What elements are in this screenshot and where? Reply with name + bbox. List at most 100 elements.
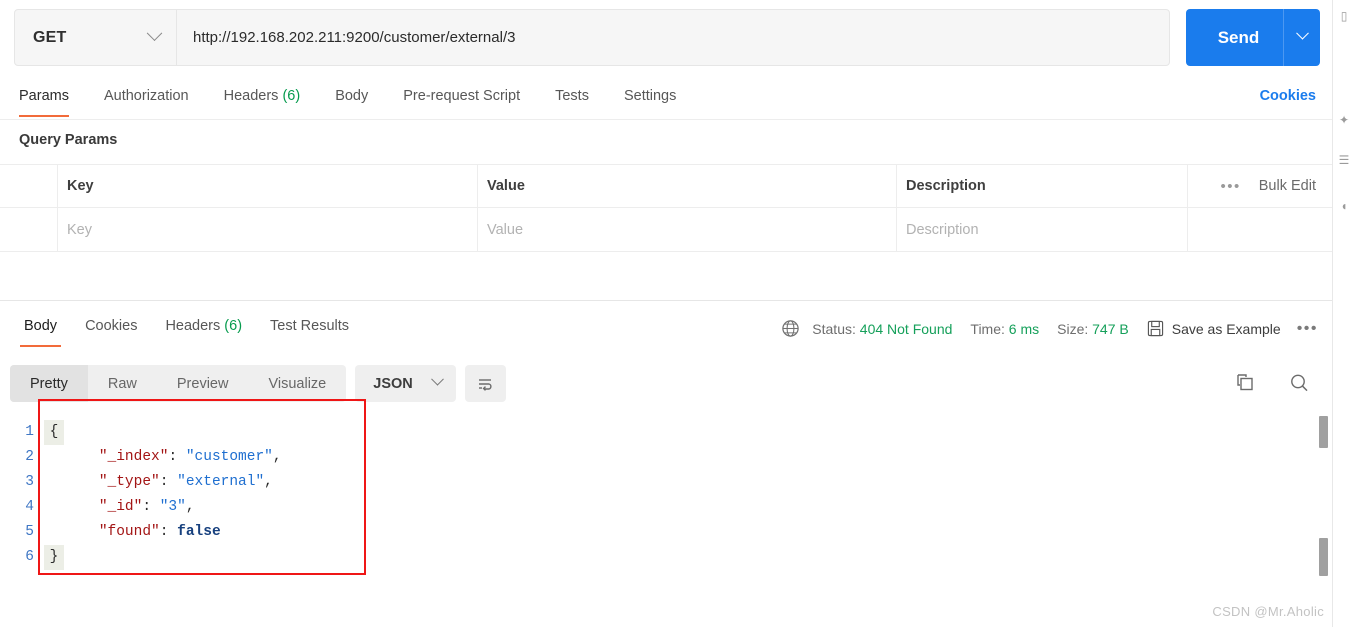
body-view-preview[interactable]: Preview — [157, 365, 249, 402]
save-as-example-label: Save as Example — [1171, 320, 1281, 337]
fold-marker — [44, 495, 64, 520]
request-tabs: Params Authorization Headers (6) Body Pr… — [0, 78, 1332, 120]
http-method-label: GET — [33, 28, 67, 46]
value-column-header: Value — [478, 165, 897, 207]
response-tab-list: Body Cookies Headers (6) Test Results — [10, 310, 363, 347]
line-content: "found": false — [98, 524, 221, 540]
rail-comment-icon[interactable]: ◖ — [1336, 198, 1352, 214]
tab-pre-request-script[interactable]: Pre-request Script — [403, 78, 537, 117]
table-header-row: Key Value Description ••• Bulk Edit — [0, 164, 1332, 208]
tab-params[interactable]: Params — [19, 78, 86, 117]
line-number: 2 — [25, 449, 34, 465]
body-view-visualize[interactable]: Visualize — [248, 365, 346, 402]
response-body-code-viewer[interactable]: 1 {2 "_index": "customer", 3 "_type": "ext… — [0, 404, 1332, 627]
chevron-down-icon — [146, 25, 163, 42]
body-format-toolbar: Pretty Raw Preview Visualize JSON — [10, 365, 506, 402]
tab-headers[interactable]: Headers (6) — [224, 78, 318, 117]
key-column-header: Key — [58, 165, 478, 207]
save-as-example-button[interactable]: Save as Example — [1147, 320, 1281, 337]
chevron-down-icon — [1295, 26, 1309, 40]
table-row[interactable]: Key Value Description — [0, 208, 1332, 252]
row-key-cell[interactable]: Key — [58, 208, 478, 251]
search-icon[interactable] — [1288, 372, 1310, 394]
tab-body-label: Body — [335, 88, 369, 104]
response-format-label: JSON — [373, 375, 413, 392]
line-content: "_id": "3", — [98, 499, 195, 515]
tab-pre-request-script-label: Pre-request Script — [403, 88, 521, 104]
word-wrap-button[interactable] — [464, 365, 506, 402]
response-tab-test-results[interactable]: Test Results — [256, 310, 363, 347]
code-line: 4 "_id": "3", — [0, 495, 1332, 520]
code-line: 2 "_index": "customer", — [0, 445, 1332, 470]
watermark: CSDN @Mr.Aholic — [1212, 604, 1324, 619]
tab-authorization-label: Authorization — [103, 88, 189, 104]
fold-marker — [44, 520, 64, 545]
tab-body[interactable]: Body — [335, 78, 385, 117]
code-scrollbar[interactable] — [1318, 412, 1330, 592]
fold-marker[interactable]: } — [44, 545, 64, 570]
response-meta: Status: 404 Not Found Time: 6 ms Size: 7… — [781, 319, 1318, 338]
description-column-header: Description — [906, 178, 986, 194]
copy-icon[interactable] — [1234, 372, 1256, 394]
code-line: 5 "found": false — [0, 520, 1332, 545]
code-line: 6} — [0, 545, 1332, 570]
response-tab-body[interactable]: Body — [10, 310, 71, 347]
tab-authorization[interactable]: Authorization — [104, 78, 206, 117]
request-tab-list: Params Authorization Headers (6) Body Pr… — [19, 78, 711, 117]
query-params-title: Query Params — [19, 132, 118, 148]
description-input-placeholder: Description — [906, 221, 979, 238]
fold-marker[interactable]: { — [44, 420, 64, 445]
tab-settings-label: Settings — [623, 88, 677, 104]
word-wrap-icon — [479, 378, 492, 391]
scrollbar-thumb-top[interactable] — [1319, 416, 1328, 448]
line-number: 5 — [25, 524, 34, 540]
tab-headers-count: (6) — [282, 88, 301, 104]
tab-settings[interactable]: Settings — [624, 78, 693, 117]
right-sidebar-rail: ▯ ✦ ☰ ◖ — [1332, 0, 1354, 627]
response-tab-cookies[interactable]: Cookies — [71, 310, 151, 347]
code-tools — [1234, 372, 1310, 394]
row-checkbox-cell[interactable] — [0, 208, 58, 251]
send-options-dropdown[interactable] — [1284, 26, 1320, 42]
body-view-segmented-control: Pretty Raw Preview Visualize — [10, 365, 347, 402]
status-badge: Status: 404 Not Found — [812, 320, 953, 337]
tab-tests-label: Tests — [555, 88, 589, 104]
table-header-actions: ••• Bulk Edit — [1187, 165, 1332, 207]
request-url-input[interactable] — [177, 10, 1169, 65]
size-badge: Size: 747 B — [1057, 320, 1129, 337]
rail-panel-icon[interactable]: ▯ — [1336, 8, 1352, 24]
send-button[interactable]: Send — [1186, 9, 1320, 66]
response-more-options-icon[interactable]: ••• — [1297, 320, 1318, 338]
response-tab-headers[interactable]: Headers (6) — [151, 310, 256, 347]
response-format-dropdown[interactable]: JSON — [355, 365, 456, 402]
line-number: 4 — [25, 499, 34, 515]
rail-list-icon[interactable]: ☰ — [1336, 152, 1352, 168]
body-view-raw[interactable]: Raw — [88, 365, 157, 402]
checkbox-column-header — [0, 165, 58, 207]
json-code: 1 {2 "_index": "customer", 3 "_type": "ext… — [0, 404, 1332, 570]
request-bar: GET Send — [14, 9, 1320, 66]
body-view-pretty[interactable]: Pretty — [10, 365, 88, 402]
row-value-cell[interactable]: Value — [478, 208, 897, 251]
postman-request-response-pane: GET Send Params Authorization Headers (6… — [0, 0, 1354, 627]
chevron-down-icon — [430, 372, 444, 386]
tab-tests[interactable]: Tests — [555, 78, 606, 117]
response-tabs-bar: Body Cookies Headers (6) Test Results St… — [0, 310, 1332, 352]
response-headers-count: (6) — [224, 318, 243, 334]
code-line: 3 "_type": "external", — [0, 470, 1332, 495]
ellipsis-icon[interactable]: ••• — [1221, 178, 1241, 195]
bulk-edit-button[interactable]: Bulk Edit — [1259, 178, 1316, 194]
row-actions — [1187, 208, 1332, 251]
fold-marker — [44, 470, 64, 495]
line-number: 1 — [25, 424, 34, 440]
response-divider — [0, 300, 1332, 301]
rail-info-icon[interactable]: ✦ — [1336, 112, 1352, 128]
cookies-link[interactable]: Cookies — [1260, 88, 1316, 104]
tab-params-label: Params — [19, 88, 69, 104]
value-input-placeholder: Value — [487, 221, 524, 238]
http-method-dropdown[interactable]: GET — [15, 10, 177, 65]
scrollbar-thumb-bottom[interactable] — [1319, 538, 1328, 576]
row-description-cell[interactable]: Description — [897, 208, 1187, 251]
time-value: 6 ms — [1008, 320, 1040, 337]
key-input-placeholder: Key — [67, 221, 92, 238]
